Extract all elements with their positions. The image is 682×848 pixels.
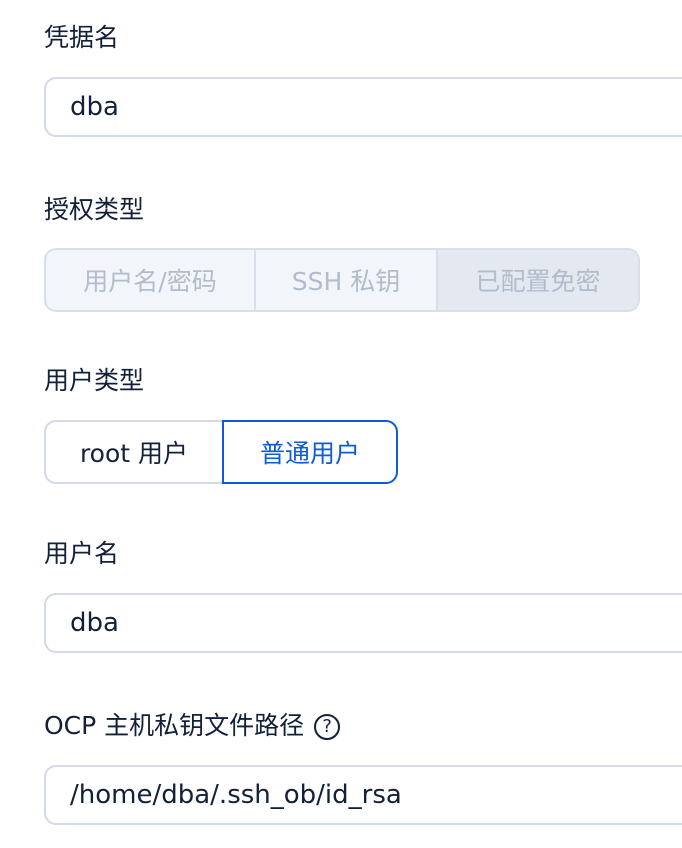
auth-option-ssh-key: SSH 私钥 xyxy=(254,248,438,312)
question-circle-icon[interactable]: ? xyxy=(314,714,341,740)
key-path-label-row: OCP 主机私钥文件路径? xyxy=(44,711,341,741)
credential-form: 凭据名 dba 授权类型 用户名/密码 SSH 私钥 已配置免密 用户类型 ro… xyxy=(0,0,682,848)
auth-option-password: 用户名/密码 xyxy=(44,248,256,312)
user-type-root[interactable]: root 用户 xyxy=(44,420,224,484)
credential-name-label: 凭据名 xyxy=(44,23,120,52)
key-path-input[interactable]: /home/dba/.ssh_ob/id_rsa xyxy=(44,765,682,825)
credential-name-input[interactable]: dba xyxy=(44,77,682,137)
username-label: 用户名 xyxy=(44,539,120,568)
auth-option-passwordless: 已配置免密 xyxy=(436,248,640,312)
user-type-label: 用户类型 xyxy=(44,366,145,395)
user-type-selector: root 用户 普通用户 xyxy=(44,420,398,484)
auth-type-selector: 用户名/密码 SSH 私钥 已配置免密 xyxy=(44,248,640,312)
user-type-regular[interactable]: 普通用户 xyxy=(222,420,398,484)
auth-type-label: 授权类型 xyxy=(44,195,145,224)
username-input[interactable]: dba xyxy=(44,593,682,653)
key-path-label: OCP 主机私钥文件路径 xyxy=(44,711,305,740)
